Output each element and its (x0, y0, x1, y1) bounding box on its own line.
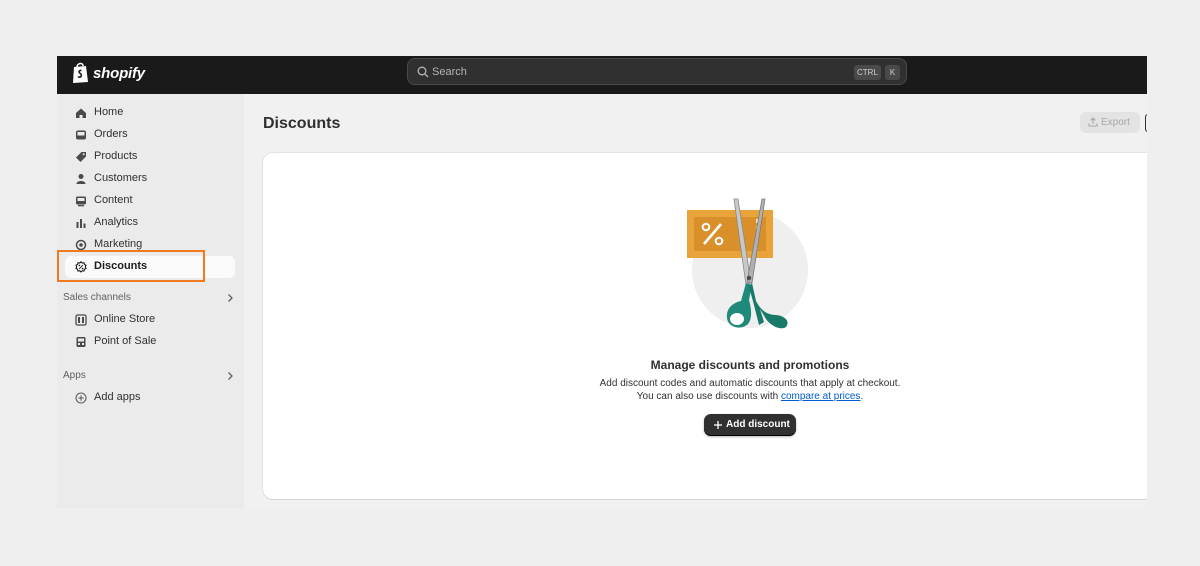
compare-at-prices-link[interactable]: compare at prices (781, 391, 860, 402)
main-content: Discounts Export Manage discounts and pr… (244, 94, 1147, 508)
empty-state-title: Manage discounts and promotions (650, 358, 850, 372)
sidebar-item-label: Marketing (94, 238, 143, 250)
store-icon (75, 314, 87, 326)
sidebar-item-label: Customers (94, 172, 148, 184)
search-bar[interactable]: Search CTRL K (407, 58, 907, 85)
export-icon (1088, 117, 1098, 127)
shortcut-key-ctrl: CTRL (854, 65, 881, 80)
sidebar-item-label: Home (94, 106, 124, 118)
apps-header[interactable]: Apps (63, 369, 233, 385)
tag-icon (76, 152, 86, 162)
sidebar-item-customers[interactable]: Customers (65, 168, 235, 190)
discount-scissors-illustration (687, 198, 808, 329)
sidebar-item-orders[interactable]: Orders (65, 124, 235, 146)
apps-label: Apps (63, 370, 86, 381)
empty-state-line2-prefix: You can also use discounts with (636, 391, 781, 402)
inbox-icon (76, 130, 86, 140)
chevron-right-icon (228, 372, 233, 380)
home-icon (76, 108, 86, 118)
sidebar-item-label: Analytics (94, 216, 139, 228)
page-title: Discounts (263, 115, 341, 132)
sales-channels-label: Sales channels (63, 292, 131, 303)
sidebar-item-label: Add apps (94, 391, 141, 403)
plus-circle-icon (75, 392, 87, 404)
shortcut-key-k: K (885, 65, 900, 80)
discounts-highlight-box (57, 250, 205, 282)
content-icon (76, 196, 86, 207)
more-actions-button[interactable] (1145, 114, 1147, 132)
empty-state-description: Add discount codes and automatic discoun… (263, 377, 1147, 403)
sidebar-item-label: Online Store (94, 313, 156, 325)
shopify-bag-icon (73, 62, 88, 83)
export-button[interactable]: Export (1080, 112, 1140, 133)
chevron-right-icon (228, 294, 233, 302)
sidebar-item-content[interactable]: Content (65, 190, 235, 212)
shopify-admin-window: shopify Search CTRL K Home Orders Produc… (57, 56, 1147, 508)
empty-state-card: Manage discounts and promotions Add disc… (263, 153, 1147, 499)
empty-state-line2-suffix: . (860, 391, 864, 402)
sidebar-item-label: Products (94, 150, 138, 162)
top-bar: shopify Search CTRL K (57, 56, 1147, 94)
sidebar-item-label: Point of Sale (94, 335, 157, 347)
empty-state-line2: You can also use discounts with compare … (263, 390, 1147, 403)
empty-state-line1: Add discount codes and automatic discoun… (599, 378, 901, 389)
plus-icon (714, 421, 722, 429)
add-discount-button[interactable]: Add discount (704, 414, 796, 436)
pos-icon (76, 337, 86, 347)
sales-channels-header[interactable]: Sales channels (63, 291, 233, 307)
person-icon (76, 174, 86, 184)
sidebar-item-analytics[interactable]: Analytics (65, 212, 235, 234)
sidebar-nav: Home Orders Products Customers Content A… (57, 94, 244, 508)
sidebar-item-label: Content (94, 194, 133, 206)
search-icon (417, 66, 429, 78)
shopify-logo[interactable]: shopify (71, 62, 145, 84)
search-placeholder: Search (432, 66, 467, 78)
sidebar-item-point-of-sale[interactable]: Point of Sale (65, 331, 235, 353)
sidebar-item-products[interactable]: Products (65, 146, 235, 168)
export-label: Export (1101, 117, 1130, 128)
add-discount-label: Add discount (726, 419, 790, 430)
sidebar-item-online-store[interactable]: Online Store (65, 309, 235, 331)
sidebar-item-home[interactable]: Home (65, 102, 235, 124)
bar-chart-icon (76, 219, 86, 228)
sidebar-item-label: Orders (94, 128, 128, 140)
logo-wordmark: shopify (93, 64, 145, 82)
sidebar-item-add-apps[interactable]: Add apps (65, 387, 235, 409)
